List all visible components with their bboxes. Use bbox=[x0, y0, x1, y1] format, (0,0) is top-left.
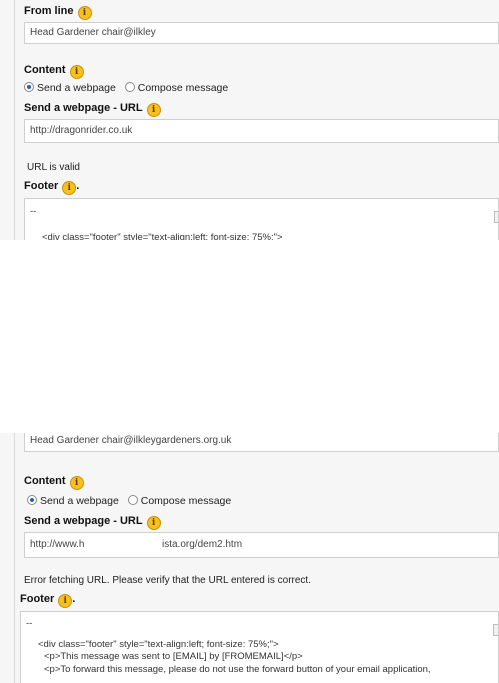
textarea-scroll-button[interactable] bbox=[493, 624, 498, 636]
footer-line: <div class="footer" style="text-align:le… bbox=[42, 232, 283, 240]
send-webpage-option-label[interactable]: Send a webpage bbox=[37, 82, 116, 94]
content-label-row: Content i bbox=[24, 64, 84, 79]
content-radio-group: Send a webpage Compose message bbox=[27, 495, 231, 507]
send-webpage-url-label: Send a webpage - URL bbox=[24, 515, 143, 527]
footer-textarea[interactable]: -- <div class="footer" style="text-align… bbox=[20, 611, 499, 683]
info-icon[interactable]: i bbox=[146, 103, 161, 117]
radio-unchecked-icon[interactable] bbox=[127, 495, 138, 505]
bottom-form-panel: Head Gardener chair@ilkleygardeners.org.… bbox=[0, 433, 499, 683]
from-line-value: Head Gardener chair@ilkley bbox=[30, 27, 156, 38]
footer-line: <div class="footer" style="text-align:le… bbox=[38, 639, 279, 650]
footer-label: Footer bbox=[24, 180, 59, 192]
footer-textarea[interactable]: -- <div class="footer" style="text-align… bbox=[24, 198, 499, 240]
panel-border bbox=[14, 0, 15, 240]
webpage-url-value-start: http://www.h bbox=[30, 539, 85, 550]
footer-line: -- bbox=[26, 618, 33, 629]
from-line-label: From line bbox=[24, 5, 74, 17]
send-webpage-option-label[interactable]: Send a webpage bbox=[40, 495, 119, 507]
from-line-input[interactable]: Head Gardener chair@ilkleygardeners.org.… bbox=[24, 433, 499, 452]
radio-checked-icon[interactable] bbox=[24, 82, 34, 92]
info-icon[interactable]: i bbox=[62, 181, 77, 195]
textarea-scroll-button[interactable] bbox=[494, 211, 498, 223]
webpage-url-input[interactable]: http://dragonrider.co.uk bbox=[24, 119, 499, 143]
send-webpage-radio[interactable]: Send a webpage bbox=[27, 495, 119, 507]
compose-message-radio[interactable]: Compose message bbox=[127, 495, 231, 507]
compose-message-option-label[interactable]: Compose message bbox=[141, 495, 231, 507]
webpage-url-value-end: ista.org/dem2.htm bbox=[162, 539, 243, 550]
footer-label-row: Footer i. bbox=[24, 180, 80, 195]
content-label-row: Content i bbox=[24, 475, 84, 490]
footer-line: <p>This message was sent to [EMAIL] by [… bbox=[44, 651, 303, 662]
radio-unchecked-icon[interactable] bbox=[124, 82, 135, 92]
url-status-message: URL is valid bbox=[27, 162, 80, 173]
content-label: Content bbox=[24, 64, 66, 76]
content-radio-group: Send a webpage Compose message bbox=[24, 82, 228, 94]
info-icon[interactable]: i bbox=[69, 65, 84, 79]
send-webpage-url-label-row: Send a webpage - URL i bbox=[24, 102, 161, 117]
top-form-panel: From line i Head Gardener chair@ilkley Co… bbox=[0, 0, 499, 240]
radio-checked-icon[interactable] bbox=[27, 495, 37, 505]
footer-line: <p>To forward this message, please do no… bbox=[44, 664, 431, 675]
panel-border bbox=[14, 433, 15, 683]
webpage-url-input[interactable]: http://www.h ista.org/dem2.htm bbox=[24, 532, 499, 558]
send-webpage-radio[interactable]: Send a webpage bbox=[24, 82, 116, 94]
send-webpage-url-label-row: Send a webpage - URL i bbox=[24, 515, 161, 530]
compose-message-option-label[interactable]: Compose message bbox=[138, 82, 228, 94]
info-icon[interactable]: i bbox=[58, 594, 73, 608]
from-line-input[interactable]: Head Gardener chair@ilkley bbox=[24, 22, 499, 44]
info-icon[interactable]: i bbox=[69, 476, 84, 490]
from-line-label-row: From line i bbox=[24, 5, 92, 20]
url-error-message: Error fetching URL. Please verify that t… bbox=[24, 575, 311, 586]
info-icon[interactable]: i bbox=[146, 516, 161, 530]
footer-line: -- bbox=[30, 206, 37, 217]
compose-message-radio[interactable]: Compose message bbox=[124, 82, 228, 94]
from-line-value: Head Gardener chair@ilkleygardeners.org.… bbox=[30, 435, 232, 446]
send-webpage-url-label: Send a webpage - URL bbox=[24, 102, 143, 114]
footer-label: Footer bbox=[20, 593, 55, 605]
webpage-url-value: http://dragonrider.co.uk bbox=[30, 125, 133, 136]
info-icon[interactable]: i bbox=[77, 6, 92, 20]
content-label: Content bbox=[24, 475, 66, 487]
footer-label-row: Footer i. bbox=[20, 593, 76, 608]
